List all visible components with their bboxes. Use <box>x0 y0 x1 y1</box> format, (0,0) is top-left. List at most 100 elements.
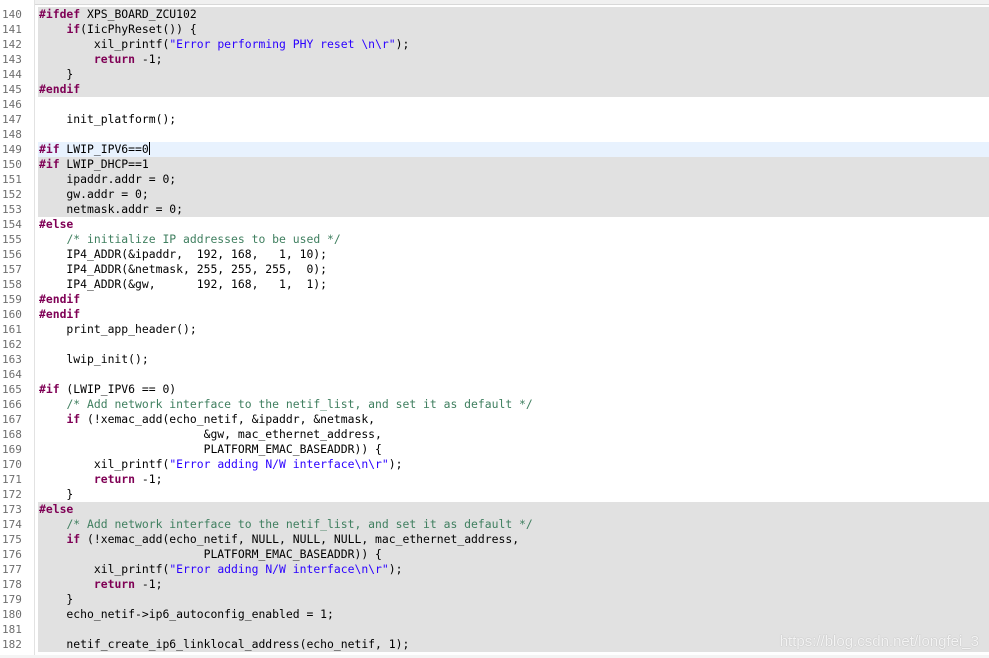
code-text[interactable]: #if LWIP_IPV6==0 <box>39 142 150 157</box>
code-line[interactable]: 164 <box>0 367 989 382</box>
code-text[interactable]: if (!xemac_add(echo_netif, NULL, NULL, N… <box>39 532 519 547</box>
code-line[interactable]: 167 if (!xemac_add(echo_netif, &ipaddr, … <box>0 412 989 427</box>
code-text[interactable]: print_app_header(); <box>39 322 197 337</box>
code-text[interactable]: #endif <box>39 307 80 322</box>
line-number: 151 <box>2 173 22 186</box>
line-number: 157 <box>2 263 22 276</box>
code-text[interactable]: return -1; <box>39 52 163 67</box>
code-text[interactable]: PLATFORM_EMAC_BASEADDR)) { <box>39 547 382 562</box>
code-line[interactable]: 175 if (!xemac_add(echo_netif, NULL, NUL… <box>0 532 989 547</box>
code-line[interactable]: 142 xil_printf("Error performing PHY res… <box>0 37 989 52</box>
code-text[interactable]: IP4_ADDR(&netmask, 255, 255, 255, 0); <box>39 262 327 277</box>
code-line[interactable]: 148 <box>0 127 989 142</box>
code-text[interactable]: gw.addr = 0; <box>39 187 148 202</box>
code-token: lwip_init(); <box>39 352 149 366</box>
code-line[interactable]: 155 /* initialize IP addresses to be use… <box>0 232 989 247</box>
code-text[interactable]: netif_create_ip6_linklocal_address(echo_… <box>39 637 409 652</box>
line-number: 150 <box>2 158 22 171</box>
code-token: xil_printf( <box>39 457 170 471</box>
code-text[interactable]: ipaddr.addr = 0; <box>39 172 176 187</box>
code-line[interactable]: 160 #endif <box>0 307 989 322</box>
code-text[interactable]: IP4_ADDR(&ipaddr, 192, 168, 1, 10); <box>39 247 327 262</box>
code-line[interactable]: 165 #if (LWIP_IPV6 == 0) <box>0 382 989 397</box>
code-line[interactable]: 159 #endif <box>0 292 989 307</box>
keyword-token: return <box>93 577 136 591</box>
line-number: 154 <box>2 218 22 231</box>
code-line[interactable]: 174 /* Add network interface to the neti… <box>0 517 989 532</box>
code-text[interactable]: init_platform(); <box>39 112 176 127</box>
code-line[interactable]: 177 xil_printf("Error adding N/W interfa… <box>0 562 989 577</box>
code-line[interactable]: 152 gw.addr = 0; <box>0 187 989 202</box>
code-line[interactable]: 166 /* Add network interface to the neti… <box>0 397 989 412</box>
keyword-token: #if <box>39 142 60 156</box>
code-text[interactable]: netmask.addr = 0; <box>39 202 183 217</box>
code-text[interactable]: PLATFORM_EMAC_BASEADDR)) { <box>39 442 382 457</box>
code-text[interactable]: #ifdef XPS_BOARD_ZCU102 <box>39 7 197 22</box>
code-line[interactable]: 150 #if LWIP_DHCP==1 <box>0 157 989 172</box>
code-line[interactable]: 169 PLATFORM_EMAC_BASEADDR)) { <box>0 442 989 457</box>
code-line[interactable]: 170 xil_printf("Error adding N/W interfa… <box>0 457 989 472</box>
code-line[interactable]: 149 #if LWIP_IPV6==0 <box>0 142 989 157</box>
code-text[interactable]: echo_netif->ip6_autoconfig_enabled = 1; <box>39 607 333 622</box>
code-text[interactable]: /* Add network interface to the netif_li… <box>39 397 533 412</box>
code-token: print_app_header(); <box>39 322 197 336</box>
code-line[interactable]: 143 return -1; <box>0 52 989 67</box>
code-text[interactable]: if(IicPhyReset()) { <box>39 22 196 37</box>
code-text[interactable]: #if LWIP_DHCP==1 <box>39 157 149 172</box>
keyword-token: #else <box>39 217 74 231</box>
code-line[interactable]: 147 init_platform(); <box>0 112 989 127</box>
code-line[interactable]: 156 IP4_ADDR(&ipaddr, 192, 168, 1, 10); <box>0 247 989 262</box>
code-text[interactable]: return -1; <box>39 472 163 487</box>
code-line[interactable]: 161 print_app_header(); <box>0 322 989 337</box>
line-number: 146 <box>2 98 22 111</box>
code-text[interactable]: &gw, mac_ethernet_address, <box>39 427 382 442</box>
code-text[interactable]: /* initialize IP addresses to be used */ <box>39 232 340 247</box>
code-line[interactable]: 179 } <box>0 592 989 607</box>
code-line[interactable]: 151 ipaddr.addr = 0; <box>0 172 989 187</box>
code-line[interactable]: 178 return -1; <box>0 577 989 592</box>
code-line[interactable]: 162 <box>0 337 989 352</box>
code-text[interactable]: #else <box>39 217 73 232</box>
code-text[interactable]: lwip_init(); <box>39 352 149 367</box>
line-number: 142 <box>2 38 22 51</box>
code-line[interactable]: 176 PLATFORM_EMAC_BASEADDR)) { <box>0 547 989 562</box>
code-text[interactable]: } <box>39 67 73 82</box>
code-line[interactable]: 140 #ifdef XPS_BOARD_ZCU102 <box>0 7 989 22</box>
code-line[interactable]: 154 #else <box>0 217 989 232</box>
code-line[interactable]: 153 netmask.addr = 0; <box>0 202 989 217</box>
keyword-token: #if <box>39 157 60 171</box>
line-number: 161 <box>2 323 22 336</box>
code-text[interactable]: #if (LWIP_IPV6 == 0) <box>39 382 176 397</box>
current-line-highlight <box>38 142 989 157</box>
code-text[interactable]: return -1; <box>39 577 163 592</box>
code-line[interactable]: 141 if(IicPhyReset()) { <box>0 22 989 37</box>
code-text[interactable]: /* Add network interface to the netif_li… <box>39 517 532 532</box>
code-line[interactable]: 171 return -1; <box>0 472 989 487</box>
code-line[interactable]: 145 #endif <box>0 82 989 97</box>
code-text[interactable]: #endif <box>39 292 80 307</box>
code-text[interactable]: xil_printf("Error performing PHY reset \… <box>39 37 409 52</box>
code-text[interactable]: xil_printf("Error adding N/W interface\n… <box>39 562 403 577</box>
code-line[interactable]: 173 #else <box>0 502 989 517</box>
code-line[interactable]: 180 echo_netif->ip6_autoconfig_enabled =… <box>0 607 989 622</box>
code-token: (!xemac_add(echo_netif, NULL, NULL, NULL… <box>80 532 520 546</box>
code-token: xil_printf( <box>39 37 170 51</box>
code-line[interactable]: 168 &gw, mac_ethernet_address, <box>0 427 989 442</box>
code-text[interactable]: xil_printf("Error adding N/W interface\n… <box>39 457 403 472</box>
code-line[interactable]: 163 lwip_init(); <box>0 352 989 367</box>
comment-token: /* Add network interface to the netif_li… <box>66 397 533 411</box>
code-line[interactable]: 158 IP4_ADDR(&gw, 192, 168, 1, 1); <box>0 277 989 292</box>
code-editor[interactable]: 140 #ifdef XPS_BOARD_ZCU102 141 if(IicPhyR… <box>0 0 989 658</box>
code-text[interactable]: #endif <box>39 82 80 97</box>
code-text[interactable]: } <box>39 592 73 607</box>
inactive-code-highlight <box>38 82 989 97</box>
code-text[interactable]: } <box>39 487 73 502</box>
code-line[interactable]: 146 <box>0 97 989 112</box>
code-text[interactable]: #else <box>39 502 73 517</box>
code-line[interactable]: 144 } <box>0 67 989 82</box>
code-text[interactable]: if (!xemac_add(echo_netif, &ipaddr, &net… <box>39 412 375 427</box>
code-line[interactable]: 172 } <box>0 487 989 502</box>
code-text[interactable]: IP4_ADDR(&gw, 192, 168, 1, 1); <box>39 277 327 292</box>
code-line[interactable]: 157 IP4_ADDR(&netmask, 255, 255, 255, 0)… <box>0 262 989 277</box>
line-number: 179 <box>2 593 22 606</box>
